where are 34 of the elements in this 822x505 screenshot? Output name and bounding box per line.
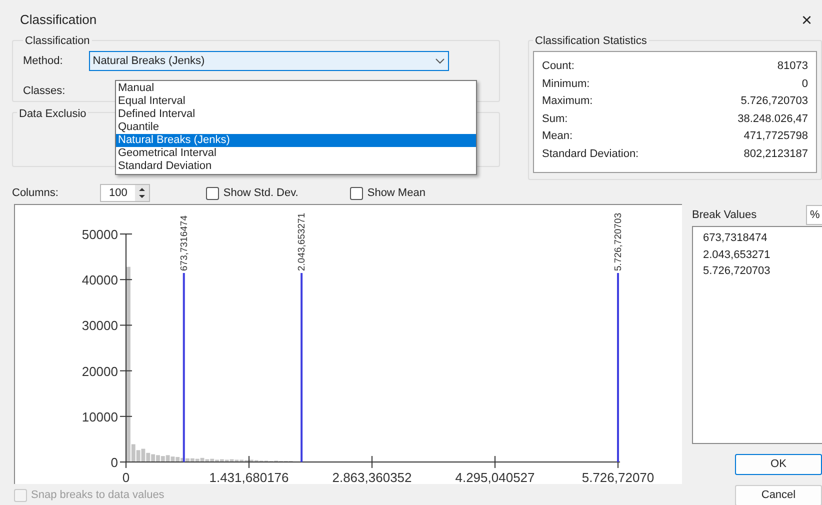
classes-label: Classes: [23, 85, 66, 97]
stat-value: 802,2123187 [744, 146, 808, 162]
stat-label: Standard Deviation: [542, 146, 639, 162]
stat-label: Maximum: [542, 94, 593, 109]
break-values-label: Break Values [692, 208, 757, 223]
y-tick-label: 20000 [82, 364, 118, 379]
stat-label: Minimum: [542, 76, 590, 92]
snap-label: Snap breaks to data values [31, 488, 164, 503]
checkbox-label: Show Std. Dev. [223, 186, 298, 201]
stat-label: Sum: [542, 112, 568, 126]
x-tick-label: 0 [122, 470, 130, 485]
checkbox-label: Show Mean [367, 186, 426, 201]
stat-value: 471,7725798 [744, 129, 808, 144]
x-tick-label: 4.295,040527 [455, 470, 535, 485]
break-label: 2.043,653271 [296, 212, 308, 271]
x-tick-label: 5.726,72070 [582, 470, 654, 485]
stat-label: Count: [542, 59, 574, 74]
window-title: Classification [20, 11, 97, 30]
x-tick-label: 2.863,360352 [332, 470, 412, 485]
y-tick-label: 10000 [82, 409, 118, 424]
break-label: 673,7316474 [178, 216, 190, 271]
y-tick-label: 40000 [82, 272, 118, 288]
stat-value: 0 [802, 76, 808, 92]
stat-value: 38.248.026,47 [738, 112, 808, 126]
y-tick-label: 0 [110, 455, 118, 470]
method-label: Method: [23, 54, 63, 69]
y-tick-label: 30000 [82, 318, 118, 334]
y-tick-label: 50000 [82, 227, 118, 242]
columns-label: Columns: [12, 186, 60, 201]
stat-value: 5.726,720703 [740, 94, 808, 109]
break-label: 5.726,720703 [613, 212, 624, 271]
x-tick-label: 1.431,680176 [209, 470, 289, 485]
stat-label: Mean: [542, 129, 573, 144]
stat-value: 81073 [777, 59, 808, 74]
